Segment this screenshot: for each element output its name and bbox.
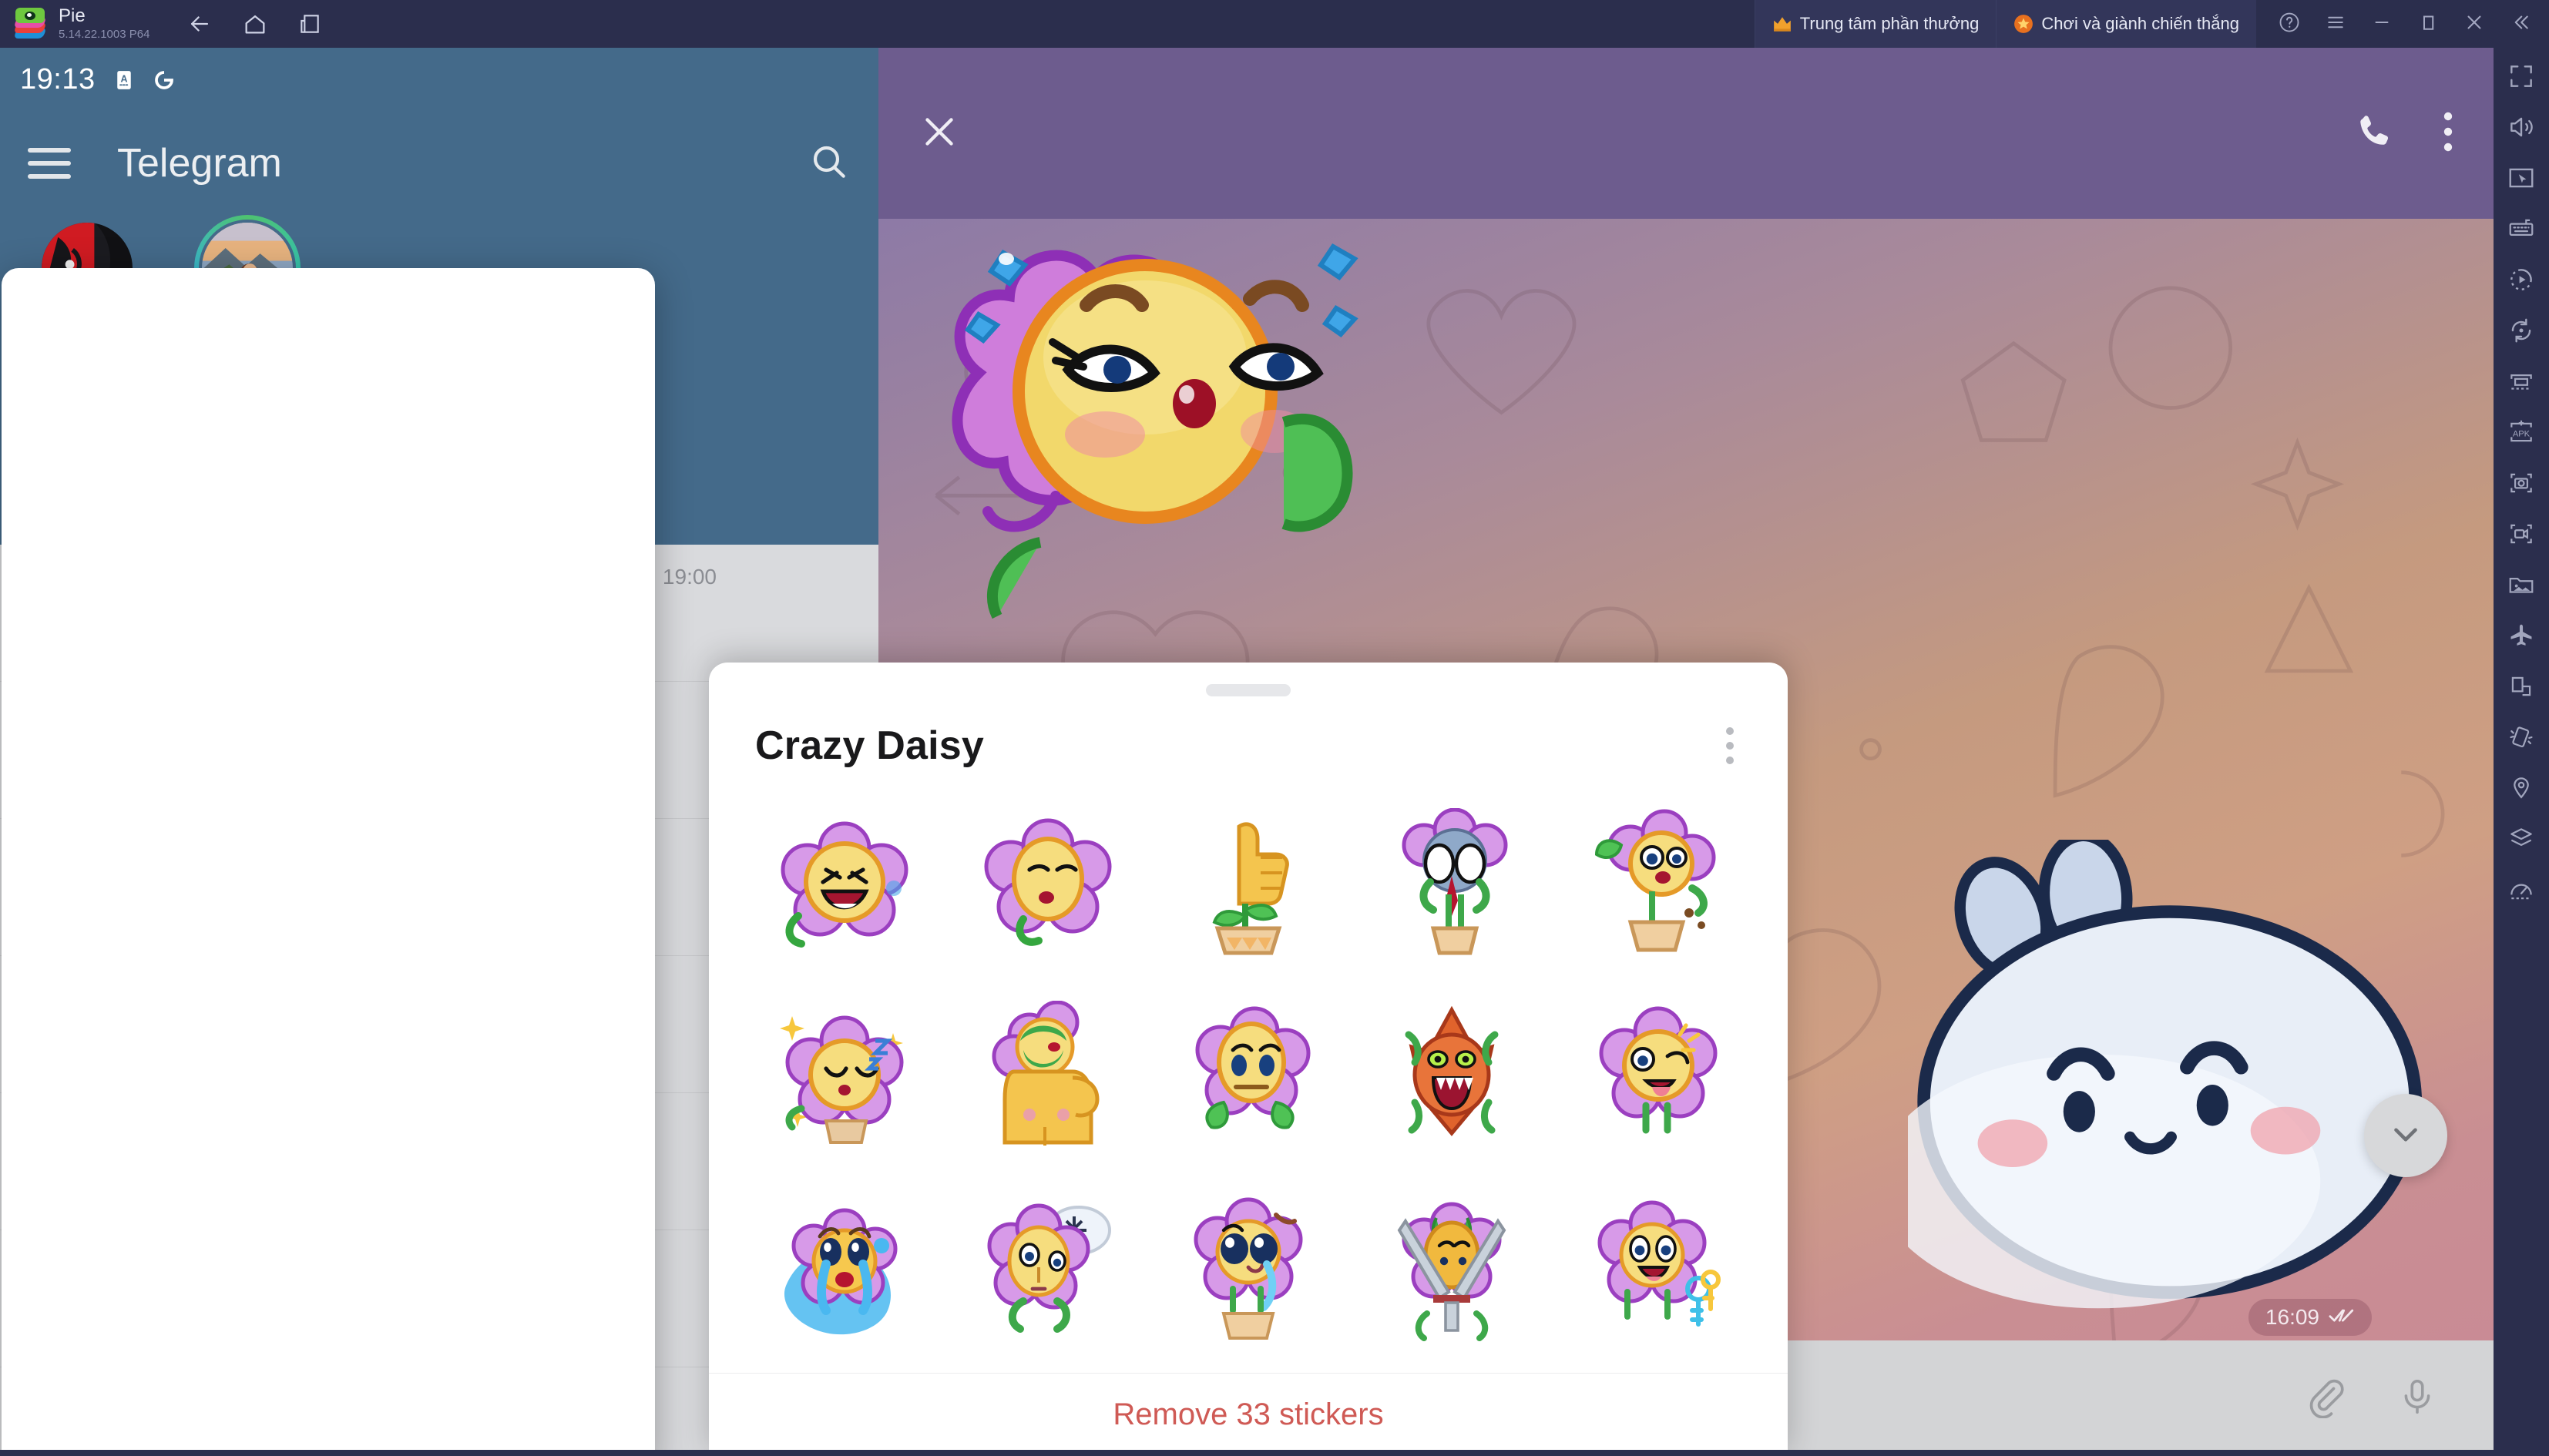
- remove-stickers-label: Remove 33 stickers: [1113, 1397, 1384, 1431]
- close-icon[interactable]: [2463, 11, 2486, 38]
- thinking-flower-sticker[interactable]: [943, 1174, 1147, 1367]
- happy-flower-keys-sticker[interactable]: [1553, 1174, 1757, 1367]
- rewards-center-button[interactable]: Trung tâm phần thưởng: [1754, 0, 1997, 48]
- android-screen: 19:13 A Telegram 19:00 16:09 Crazy Daisy…: [0, 48, 2494, 1456]
- menu-icon[interactable]: [2324, 11, 2347, 38]
- screen-record-icon[interactable]: [2507, 519, 2536, 549]
- close-icon[interactable]: [915, 108, 963, 159]
- media-manager-icon[interactable]: [2507, 570, 2536, 599]
- sticker-set-sheet: Crazy Daisy Remove 33 stickers: [709, 663, 1788, 1456]
- back-icon[interactable]: [186, 11, 213, 37]
- double-check-icon: [2329, 1305, 2355, 1330]
- volume-icon[interactable]: [2507, 112, 2536, 142]
- gem-icon: [2013, 14, 2033, 34]
- emulator-sidebar: APK: [2494, 48, 2549, 1456]
- rewards-center-label: Trung tâm phần thưởng: [1799, 14, 1980, 33]
- sleeping-flower-sticker[interactable]: [740, 981, 943, 1174]
- cursor-pointer-icon[interactable]: [2507, 163, 2536, 193]
- incoming-sticker: [952, 243, 1358, 619]
- outgoing-sticker: [1908, 840, 2423, 1309]
- message-time: 16:09: [2265, 1305, 2319, 1329]
- performance-icon[interactable]: [2507, 875, 2536, 904]
- rotate-icon[interactable]: [2507, 316, 2536, 345]
- minimize-icon[interactable]: [2370, 11, 2393, 38]
- thumbs-up-plant-sticker[interactable]: [1147, 789, 1350, 981]
- pip-icon[interactable]: [2507, 672, 2536, 701]
- window-controls: [2256, 11, 2549, 38]
- google-icon: [153, 69, 176, 92]
- multi-instance-sync-icon[interactable]: [2507, 367, 2536, 396]
- tongue-out-flower-sticker[interactable]: [1553, 981, 1757, 1174]
- bottom-bar: [0, 1450, 2549, 1456]
- search-icon[interactable]: [808, 140, 851, 187]
- row-time: 19:00: [662, 565, 717, 589]
- angry-monster-flower-sticker[interactable]: [1350, 981, 1553, 1174]
- phone-icon[interactable]: [2353, 110, 2396, 157]
- maximize-icon[interactable]: [2416, 11, 2440, 38]
- nav-buttons: [186, 11, 322, 37]
- svg-text:APK: APK: [2513, 430, 2531, 439]
- keyboard-icon[interactable]: [2507, 214, 2536, 243]
- laughing-flower-sticker[interactable]: [740, 789, 943, 981]
- status-clock: 19:13: [20, 63, 96, 96]
- collapse-sidebar-icon[interactable]: [2509, 11, 2532, 38]
- remove-stickers-button[interactable]: Remove 33 stickers: [709, 1373, 1788, 1456]
- bluestacks-logo-icon: [12, 6, 48, 42]
- shake-icon[interactable]: [2507, 723, 2536, 752]
- chat-list-toolbar: Telegram: [0, 121, 878, 206]
- home-icon[interactable]: [242, 11, 268, 37]
- android-status-bar: 19:13 A: [0, 48, 878, 96]
- sunglasses-flower-sticker[interactable]: [1147, 1174, 1350, 1367]
- kebab-menu-icon[interactable]: [1718, 720, 1741, 772]
- facepalm-flower-sticker[interactable]: [1350, 789, 1553, 981]
- layers-icon[interactable]: [2507, 824, 2536, 854]
- muscle-flower-sticker[interactable]: [943, 981, 1147, 1174]
- hamburger-icon[interactable]: [28, 148, 71, 179]
- keyboard-input-icon: A: [113, 69, 136, 92]
- instance-version: 5.14.22.1003 P64: [59, 28, 150, 42]
- crown-icon: [1772, 15, 1792, 32]
- play-and-win-button[interactable]: Chơi và giành chiến thắng: [1996, 0, 2256, 48]
- screenshot-icon[interactable]: [2507, 468, 2536, 498]
- waving-flower-pot-sticker[interactable]: [1553, 789, 1757, 981]
- chevron-down-icon: [2386, 1115, 2425, 1157]
- kebab-menu-icon[interactable]: [2440, 110, 2457, 157]
- emulator-title-bar: Pie 5.14.22.1003 P64 Trung tâm phần thưở…: [0, 0, 2549, 48]
- swords-flower-sticker[interactable]: [1350, 1174, 1553, 1367]
- paperclip-icon[interactable]: [2304, 1375, 2347, 1422]
- svg-text:A: A: [120, 73, 127, 84]
- blank-overlay-card: [2, 268, 655, 1456]
- multi-instance-icon[interactable]: [297, 12, 322, 36]
- instance-info: Pie 5.14.22.1003 P64: [59, 6, 149, 42]
- message-timestamp-badge: 16:09: [2248, 1299, 2372, 1336]
- sticker-set-header: Crazy Daisy: [709, 696, 1788, 772]
- conversation-header: [878, 48, 2494, 219]
- microphone-icon[interactable]: [2396, 1376, 2438, 1421]
- instance-name: Pie: [59, 5, 86, 26]
- fullscreen-icon[interactable]: [2507, 62, 2536, 91]
- install-apk-icon[interactable]: APK: [2507, 418, 2536, 447]
- location-icon[interactable]: [2507, 773, 2536, 803]
- help-icon[interactable]: [2278, 11, 2301, 38]
- crying-flower-sticker[interactable]: [740, 1174, 943, 1367]
- play-and-win-label: Chơi và giành chiến thắng: [2041, 14, 2239, 33]
- macro-record-icon[interactable]: [2507, 265, 2536, 294]
- scroll-to-bottom-button[interactable]: [2364, 1094, 2447, 1177]
- sticker-grid: [709, 772, 1788, 1367]
- airplane-mode-icon[interactable]: [2507, 621, 2536, 650]
- kissing-flower-sticker[interactable]: [943, 789, 1147, 981]
- page-title: Telegram: [117, 141, 282, 186]
- sticker-set-title: Crazy Daisy: [755, 723, 985, 768]
- smug-flower-sticker[interactable]: [1147, 981, 1350, 1174]
- sheet-drag-handle[interactable]: [1206, 684, 1291, 696]
